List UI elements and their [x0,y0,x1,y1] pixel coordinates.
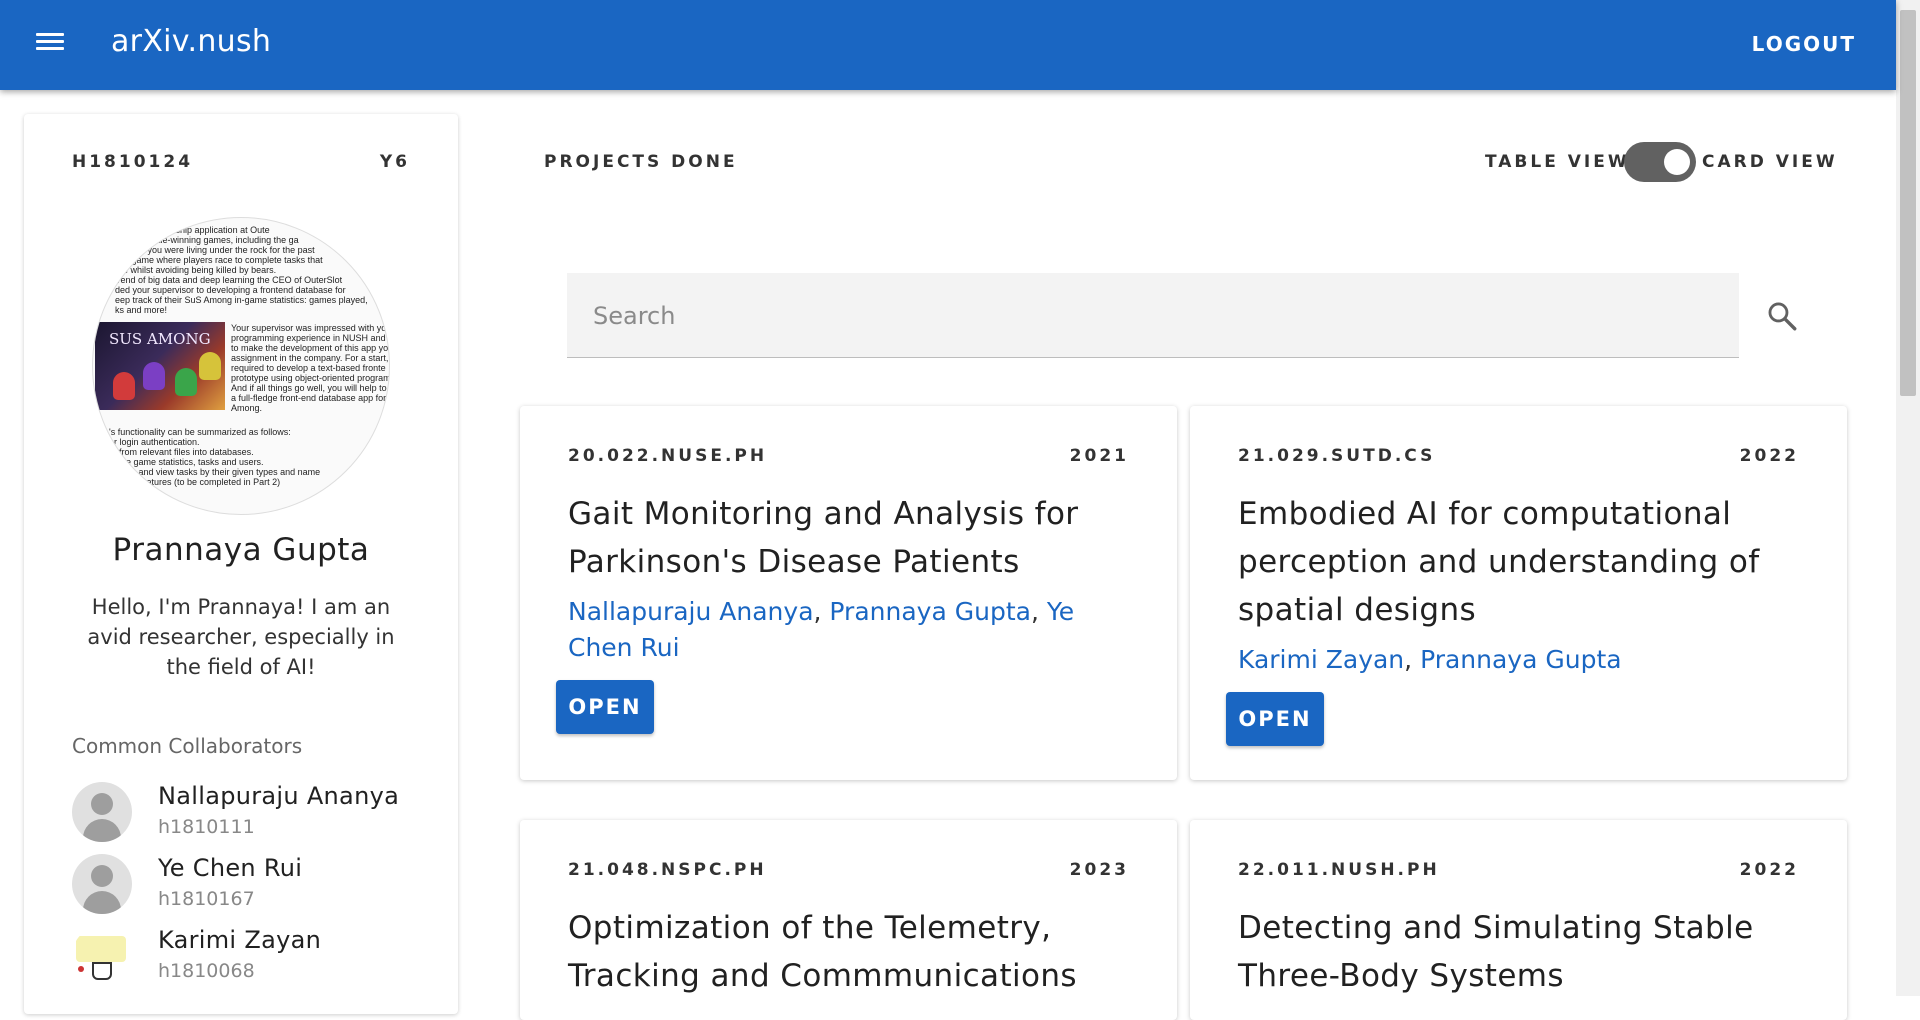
avatar-text-line: ta from relevant files into databases. [109,447,254,457]
avatar-text-line: assignment in the company. For a start, [231,353,389,363]
collaborator-item[interactable]: Karimi Zayan h1810068 [72,926,432,990]
avatar-text-line: eep track of their SuS Among in-game sta… [115,295,368,305]
collaborator-item[interactable]: Nallapuraju Ananya h1810111 [72,782,432,846]
avatar-text-line: ore whilst avoiding being killed by bear… [115,265,277,275]
app-bar: arXiv.nush LOGOUT [0,0,1896,90]
collaborator-name: Karimi Zayan [158,926,322,954]
avatar-text-line: terface features (to be completed in Par… [109,477,281,487]
avatar-text-line: And if all things go well, you will help… [231,383,387,393]
collaborator-id: h1810111 [158,816,255,838]
avatar-text-line: required to develop a text-based fronte [231,363,386,373]
search-field[interactable] [567,273,1739,358]
project-year: 2022 [1739,860,1799,880]
card-view-label[interactable]: CARD VIEW [1702,152,1838,172]
avatar-text-line: to make the development of this app you [231,343,390,353]
project-id: 21.029.SUTD.CS [1238,446,1436,466]
search-input[interactable] [591,295,1715,337]
avatar-text-line: Among. [231,403,263,413]
profile-name: Prannaya Gupta [112,532,370,568]
profile-year: Y6 [379,152,410,172]
profile-card: H1810124 Y6 ...cessful internship applic… [24,114,458,1014]
author-link[interactable]: Karimi Zayan [1238,645,1404,674]
scrollbar-thumb[interactable] [1900,10,1916,396]
avatar-text-line: Your supervisor was impressed with yo [231,323,387,333]
avatar-text-line: search and view tasks by their given typ… [109,467,321,477]
project-year: 2021 [1069,446,1129,466]
avatar-text-line: prototype using object-oriented program [231,373,390,383]
crewmate-icon [113,372,135,400]
project-card: 21.048.NSPC.PH 2023 Optimization of the … [520,820,1177,1020]
avatar-text-line: er login authentication. [109,437,200,447]
avatar-text-line: 's functionality can be summarized as fo… [109,427,291,437]
author-link[interactable]: Prannaya Gupta [829,597,1031,626]
project-authors: Nallapuraju Ananya, Prannaya Gupta, Ye C… [568,597,1075,662]
avatar-text-line: a full-fledge front-end database app for [231,393,387,403]
collaborators-heading: Common Collaborators [72,734,303,758]
person-icon [72,854,132,914]
open-project-button[interactable]: OPEN [556,680,654,734]
project-card: 22.011.NUSH.PH 2022 Detecting and Simula… [1190,820,1847,1020]
project-card: 21.029.SUTD.CS 2022 Embodied AI for comp… [1190,406,1847,780]
project-authors: Karimi Zayan, Prannaya Gupta [1238,645,1622,674]
project-card: 20.022.NUSE.PH 2021 Gait Monitoring and … [520,406,1177,780]
collaborator-id: h1810167 [158,888,255,910]
project-id: 22.011.NUSH.PH [1238,860,1440,880]
author-link[interactable]: Nallapuraju Ananya [568,597,814,626]
avatar-text-line: is a game where players race to complete… [115,255,323,265]
project-title: Optimization of the Telemetry, Tracking … [568,910,1077,994]
avatar-text-line: move game statistics, tasks and users. [109,457,264,467]
menu-icon[interactable] [36,28,66,62]
crewmate-icon [199,352,221,380]
project-year: 2023 [1069,860,1129,880]
sus-among-image: SUS AMONG [95,322,225,410]
person-icon [72,782,132,842]
project-title: Detecting and Simulating Stable Three-Bo… [1238,910,1754,994]
profile-id: H1810124 [72,152,194,172]
project-title: Gait Monitoring and Analysis for Parkins… [568,496,1079,580]
crewmate-icon [143,362,165,390]
avatar-text-line: ded your supervisor to developing a fron… [115,285,346,295]
avatar-text-line: ks and more! [115,305,168,315]
author-link[interactable]: Prannaya Gupta [1420,645,1622,674]
toggle-knob [1664,149,1690,175]
avatar-text-line: nong. If you were living under the rock … [115,245,315,255]
app-title[interactable]: arXiv.nush [111,24,271,59]
collaborator-item[interactable]: Ye Chen Rui h1810167 [72,854,432,918]
avatar-text-line: trend of big data and deep learning the … [115,275,343,285]
projects-done-heading: PROJECTS DONE [544,152,738,172]
table-view-label[interactable]: TABLE VIEW [1485,152,1630,172]
custom-avatar-icon [72,926,132,986]
crewmate-icon [175,368,197,396]
avatar-text-line: develops title-winning games, including … [115,235,299,245]
avatar-text-line: programming experience in NUSH and [231,333,386,343]
project-year: 2022 [1739,446,1799,466]
profile-bio: Hello, I'm Prannaya! I am an avid resear… [87,595,395,679]
open-project-button[interactable]: OPEN [1226,692,1324,746]
project-id: 20.022.NUSE.PH [568,446,768,466]
view-toggle-switch[interactable] [1624,142,1696,182]
search-icon[interactable] [1765,299,1799,333]
profile-avatar: ...cessful internship application at Out… [92,217,390,515]
collaborator-name: Nallapuraju Ananya [158,782,400,810]
logout-button[interactable]: LOGOUT [1752,32,1856,56]
collaborator-id: h1810068 [158,960,255,982]
avatar-badge-text: SUS AMONG [109,330,211,348]
avatar-text-line: ...cessful internship application at Out… [115,225,270,235]
collaborator-name: Ye Chen Rui [158,854,303,882]
project-title: Embodied AI for computational perception… [1238,496,1760,628]
project-id: 21.048.NSPC.PH [568,860,767,880]
